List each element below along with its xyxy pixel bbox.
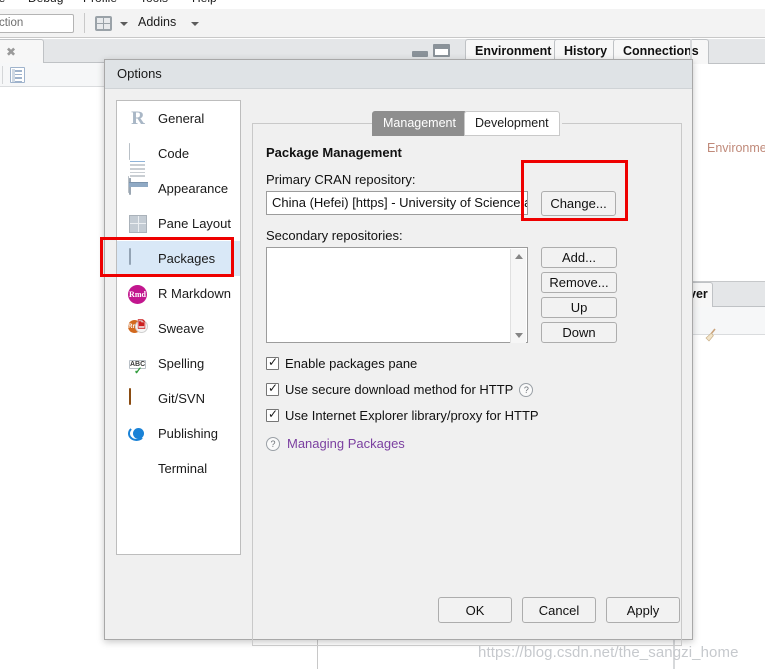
checkbox-row-enable-packages-pane[interactable]: Enable packages pane bbox=[266, 355, 671, 371]
sidebar-item-publishing[interactable]: Publishing bbox=[117, 416, 240, 451]
toolbar-divider bbox=[2, 66, 3, 84]
primary-cran-input[interactable]: China (Hefei) [https] - University of Sc… bbox=[266, 191, 528, 215]
menu-item-help[interactable]: Help bbox=[192, 0, 217, 5]
sidebar-item-sweave[interactable]: Rnw🗎 Sweave bbox=[117, 311, 240, 346]
managing-packages-link-row[interactable]: ? Managing Packages bbox=[266, 436, 671, 451]
checkbox-label: Enable packages pane bbox=[285, 356, 418, 371]
secondary-repos-buttons: Add... Remove... Up Down bbox=[541, 247, 617, 347]
options-dialog: Options R General Code Appearance Pane L… bbox=[104, 59, 693, 646]
function-search-input[interactable]: function bbox=[0, 14, 74, 33]
checkbox-secure-download[interactable] bbox=[266, 381, 279, 396]
sidebar-item-git-svn[interactable]: Git/SVN bbox=[117, 381, 240, 416]
checkbox-label: Use Internet Explorer library/proxy for … bbox=[285, 408, 539, 423]
dialog-titlebar[interactable]: Options bbox=[105, 60, 692, 89]
package-box-icon bbox=[128, 247, 148, 269]
primary-cran-row: China (Hefei) [https] - University of Sc… bbox=[266, 191, 671, 217]
section-title: Package Management bbox=[266, 145, 402, 160]
checkbox-row-secure-download[interactable]: Use secure download method for HTTP ? bbox=[266, 381, 671, 397]
sidebar-item-terminal[interactable]: Terminal bbox=[117, 451, 240, 486]
paint-bucket-icon bbox=[128, 177, 148, 199]
tab-development[interactable]: Development bbox=[464, 111, 560, 136]
dialog-footer: OK Cancel Apply bbox=[105, 585, 692, 639]
scroll-up-arrow-icon[interactable] bbox=[515, 254, 523, 259]
managing-packages-link[interactable]: Managing Packages bbox=[287, 436, 405, 451]
sidebar-item-label: Appearance bbox=[158, 181, 229, 196]
secondary-repos-row: Add... Remove... Up Down bbox=[266, 247, 671, 345]
code-file-icon bbox=[128, 142, 148, 193]
sidebar-item-appearance[interactable]: Appearance bbox=[117, 171, 240, 206]
r-logo-icon: R bbox=[131, 107, 145, 129]
sidebar-item-packages[interactable]: Packages bbox=[117, 241, 240, 276]
publish-orbit-icon bbox=[128, 425, 148, 443]
scrollbar[interactable] bbox=[510, 249, 526, 343]
options-sidebar[interactable]: R General Code Appearance Pane Layout Pa… bbox=[116, 100, 241, 555]
panes-grid-icon[interactable] bbox=[95, 16, 112, 31]
menu-bar[interactable]: File Debug Profile Tools Help bbox=[0, 0, 765, 9]
checkbox-ie-proxy[interactable] bbox=[266, 407, 279, 422]
change-button[interactable]: Change... bbox=[541, 191, 616, 216]
secondary-repos-list[interactable] bbox=[266, 247, 528, 343]
sweave-pdf-icon: Rnw🗎 bbox=[128, 319, 148, 338]
menu-item-profile[interactable]: Profile bbox=[83, 0, 117, 5]
dialog-title: Options bbox=[117, 66, 162, 81]
sidebar-item-label: R Markdown bbox=[158, 286, 231, 301]
checkbox-enable-packages-pane[interactable] bbox=[266, 355, 279, 370]
checkbox-label: Use secure download method for HTTP bbox=[285, 382, 514, 397]
toolbar-divider bbox=[84, 13, 85, 33]
sidebar-item-r-markdown[interactable]: Rmd R Markdown bbox=[117, 276, 240, 311]
sidebar-item-label: Terminal bbox=[158, 461, 208, 476]
tab-management[interactable]: Management bbox=[372, 111, 467, 136]
sidebar-item-label: General bbox=[158, 111, 205, 126]
sidebar-item-label: Pane Layout bbox=[158, 216, 232, 231]
rmd-badge-icon: Rmd bbox=[128, 284, 148, 304]
ide-toolbar: function Addins bbox=[0, 9, 765, 38]
remove-button[interactable]: Remove... bbox=[541, 272, 617, 293]
sidebar-item-label: Spelling bbox=[158, 356, 205, 371]
secondary-repos-label: Secondary repositories: bbox=[266, 228, 403, 243]
chevron-down-icon[interactable] bbox=[120, 22, 128, 26]
sidebar-item-label: Publishing bbox=[158, 426, 218, 441]
maximize-pane-icon[interactable] bbox=[433, 44, 450, 57]
addins-button[interactable]: Addins bbox=[138, 15, 176, 29]
environment-placeholder-text: Environme bbox=[707, 141, 765, 155]
menu-item-tools[interactable]: Tools bbox=[140, 0, 168, 5]
close-icon[interactable]: ✖ bbox=[6, 45, 16, 59]
move-down-button[interactable]: Down bbox=[541, 322, 617, 343]
sidebar-item-label: Packages bbox=[158, 251, 216, 266]
sidebar-item-label: Sweave bbox=[158, 321, 205, 336]
sidebar-item-label: Git/SVN bbox=[158, 391, 205, 406]
minimize-pane-icon[interactable] bbox=[412, 51, 428, 57]
pane-grid-icon bbox=[128, 214, 148, 234]
cancel-button[interactable]: Cancel bbox=[522, 597, 596, 623]
menu-item-file[interactable]: File bbox=[0, 0, 5, 5]
sidebar-item-spelling[interactable]: ABC Spelling bbox=[117, 346, 240, 381]
abc-check-icon: ABC bbox=[128, 354, 148, 374]
move-up-button[interactable]: Up bbox=[541, 297, 617, 318]
terminal-icon bbox=[128, 459, 148, 479]
help-circle-icon[interactable]: ? bbox=[519, 382, 534, 397]
sidebar-item-pane-layout[interactable]: Pane Layout bbox=[117, 206, 240, 241]
sidebar-item-code[interactable]: Code bbox=[117, 136, 240, 193]
apply-button[interactable]: Apply bbox=[606, 597, 680, 623]
options-main-panel: Management Development Package Managemen… bbox=[252, 111, 682, 655]
ok-button[interactable]: OK bbox=[438, 597, 512, 623]
sidebar-item-label: Code bbox=[158, 146, 190, 161]
checkbox-row-ie-proxy[interactable]: Use Internet Explorer library/proxy for … bbox=[266, 407, 671, 423]
sidebar-item-general[interactable]: R General bbox=[117, 101, 240, 136]
cardboard-box-icon bbox=[128, 387, 148, 409]
management-tab-content: Package Management Primary CRAN reposito… bbox=[266, 145, 671, 451]
document-outline-icon[interactable] bbox=[10, 67, 25, 83]
menu-item-debug[interactable]: Debug bbox=[28, 0, 63, 5]
help-circle-icon[interactable]: ? bbox=[266, 436, 280, 451]
chevron-down-icon[interactable] bbox=[191, 22, 199, 26]
scroll-down-arrow-icon[interactable] bbox=[515, 333, 523, 338]
broom-icon[interactable] bbox=[702, 328, 718, 342]
primary-cran-label: Primary CRAN repository: bbox=[266, 172, 416, 187]
add-button[interactable]: Add... bbox=[541, 247, 617, 268]
